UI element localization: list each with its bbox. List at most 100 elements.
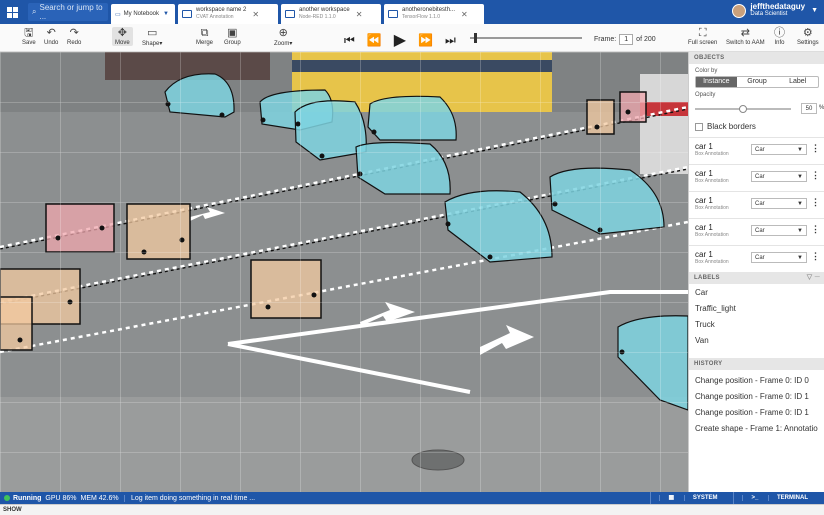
chevron-down-icon: ▼	[797, 201, 803, 207]
chevron-down-icon[interactable]: ▼	[163, 11, 169, 17]
info-label: Info	[774, 40, 785, 46]
labels-header-text: LABELS	[694, 275, 720, 281]
more-options-icon[interactable]: ⋮	[811, 143, 820, 154]
object-label-select[interactable]: Car ▼	[751, 171, 807, 182]
object-label-select[interactable]: Car ▼	[751, 252, 807, 263]
tab-label-group: anotheronebitesth... TensorFlow 1.1.0	[402, 7, 455, 21]
app-logo-icon[interactable]	[0, 0, 24, 24]
tab-label-group: workspace name 2 CVAT Annotation	[196, 7, 246, 21]
chevron-down-icon: ▼	[797, 174, 803, 180]
opacity-label: Opacity	[695, 92, 716, 98]
more-options-icon[interactable]: ⋮	[811, 251, 820, 262]
merge-icon: ⧉	[200, 27, 209, 39]
black-borders-checkbox[interactable]	[695, 122, 703, 131]
workspace-icon	[388, 10, 398, 18]
color-by-label[interactable]: Label	[777, 77, 818, 87]
switch-aam-button[interactable]: ⇄ Switch to AAM	[726, 27, 765, 46]
close-icon[interactable]: ✕	[252, 10, 259, 19]
user-menu[interactable]: jeffthedataguy Data Scientist ▼	[732, 3, 818, 18]
object-item[interactable]: car 1 Box Annotation Car ▼ ⋮	[689, 191, 824, 218]
group-label: Group	[224, 40, 241, 46]
object-item[interactable]: car 1 Box Annotation Car ▼ ⋮	[689, 164, 824, 191]
chevron-down-icon: ▼	[797, 255, 803, 261]
label-item[interactable]: Traffic_light	[689, 300, 824, 316]
search-placeholder: Search or jump to ...	[39, 3, 103, 21]
tab-my-notebook[interactable]: ▭ My Notebook ▼	[111, 4, 175, 24]
more-options-icon[interactable]: ⋮	[811, 197, 820, 208]
system-button[interactable]: ▦ SYSTEM	[650, 492, 733, 504]
object-label-select[interactable]: Car ▼	[751, 225, 807, 236]
frame-slider[interactable]	[470, 33, 582, 43]
move-icon: ✥	[117, 27, 127, 39]
filter-icon[interactable]: ▽ ─	[807, 272, 820, 284]
user-name: jeffthedataguy	[750, 2, 806, 11]
zoom-button[interactable]: ⊕ Zoom▾	[274, 27, 292, 47]
merge-button[interactable]: ⧉ Merge	[196, 27, 213, 46]
tab-workspace-2[interactable]: workspace name 2 CVAT Annotation ✕	[178, 4, 278, 24]
color-by-instance[interactable]: Instance	[696, 77, 737, 87]
shape-button[interactable]: ▭ Shape▾	[142, 27, 162, 47]
run-state: Running	[13, 494, 42, 502]
object-item[interactable]: car 1 Box Annotation Car ▼ ⋮	[689, 137, 824, 164]
history-item[interactable]: Create shape - Frame 1: Annotatio	[689, 420, 824, 436]
tab-subtitle: Node-RED 1.1.0	[299, 14, 336, 20]
annotation-canvas[interactable]	[0, 52, 688, 492]
search-input[interactable]: ⌕ Search or jump to ...	[28, 3, 108, 21]
settings-button[interactable]: ⚙ Settings	[797, 27, 819, 46]
history-item[interactable]: Change position - Frame 0: ID 1	[689, 388, 824, 404]
tab-anotherone[interactable]: anotheronebitesth... TensorFlow 1.1.0 ✕	[384, 4, 484, 24]
terminal-button[interactable]: >_ TERMINAL	[733, 492, 824, 504]
user-role: Data Scientist	[750, 11, 788, 17]
info-button[interactable]: ⓘ Info	[774, 27, 785, 46]
chevron-down-icon[interactable]: ▼	[811, 7, 818, 14]
workspace-icon	[285, 10, 295, 18]
fast-forward-icon[interactable]: ⏩	[418, 33, 433, 47]
more-options-icon[interactable]: ⋮	[811, 224, 820, 235]
label-item[interactable]: Car	[689, 284, 824, 300]
fullscreen-button[interactable]: ⛶ Full screen	[688, 27, 717, 46]
frame-slider-handle[interactable]	[474, 33, 477, 43]
history-item[interactable]: Change position - Frame 0: ID 0	[689, 372, 824, 388]
history-item[interactable]: Change position - Frame 0: ID 1	[689, 404, 824, 420]
object-label-select[interactable]: Car ▼	[751, 198, 807, 209]
save-button[interactable]: 🖫 Save	[22, 27, 36, 46]
object-label-value: Car	[755, 228, 765, 234]
frame-counter: Frame: 1 of 200	[594, 34, 656, 45]
settings-label: Settings	[797, 40, 819, 46]
object-item[interactable]: car 1 Box Annotation Car ▼ ⋮	[689, 218, 824, 245]
tab-label-group: another workspace Node-RED 1.1.0	[299, 7, 350, 21]
zoom-icon: ⊕	[278, 27, 288, 39]
frame-input[interactable]: 1	[619, 34, 634, 45]
opacity-value[interactable]: 50	[801, 103, 817, 114]
opacity-slider[interactable]: 50 %	[695, 103, 824, 114]
rewind-icon[interactable]: ⏪	[367, 33, 382, 47]
object-label-select[interactable]: Car ▼	[751, 144, 807, 155]
color-by-group[interactable]: Group	[737, 77, 778, 87]
group-button[interactable]: ▣ Group	[224, 27, 241, 46]
shape-label: Shape	[142, 41, 160, 47]
object-item[interactable]: car 1 Box Annotation Car ▼ ⋮	[689, 245, 824, 272]
opacity-rail[interactable]	[695, 105, 791, 113]
opacity-thumb[interactable]	[739, 105, 747, 113]
show-panel-toggle[interactable]: SHOW	[0, 504, 824, 515]
tab-title: another workspace	[299, 7, 350, 13]
tab-another-workspace[interactable]: another workspace Node-RED 1.1.0 ✕	[281, 4, 381, 24]
label-item[interactable]: Van	[689, 332, 824, 348]
running-indicator-icon	[4, 495, 10, 501]
last-frame-icon[interactable]: ⏭	[445, 33, 456, 48]
group-icon: ▣	[227, 27, 238, 39]
shape-label-wrap: Shape▾	[142, 41, 163, 47]
more-options-icon[interactable]: ⋮	[811, 170, 820, 181]
close-icon[interactable]: ✕	[356, 10, 363, 19]
first-frame-icon[interactable]: ⏮	[344, 33, 355, 48]
undo-button[interactable]: ↶ Undo	[44, 27, 58, 46]
label-item[interactable]: Truck	[689, 316, 824, 332]
move-label: Move	[115, 40, 130, 46]
move-button[interactable]: ✥ Move	[112, 27, 133, 46]
frame-label: Frame:	[594, 36, 617, 43]
close-icon[interactable]: ✕	[461, 10, 468, 19]
zoom-label-wrap: Zoom▾	[274, 41, 293, 47]
redo-button[interactable]: ↷ Redo	[67, 27, 81, 46]
play-icon[interactable]: ▶	[394, 30, 406, 50]
black-borders-toggle[interactable]: Black borders	[695, 122, 824, 131]
